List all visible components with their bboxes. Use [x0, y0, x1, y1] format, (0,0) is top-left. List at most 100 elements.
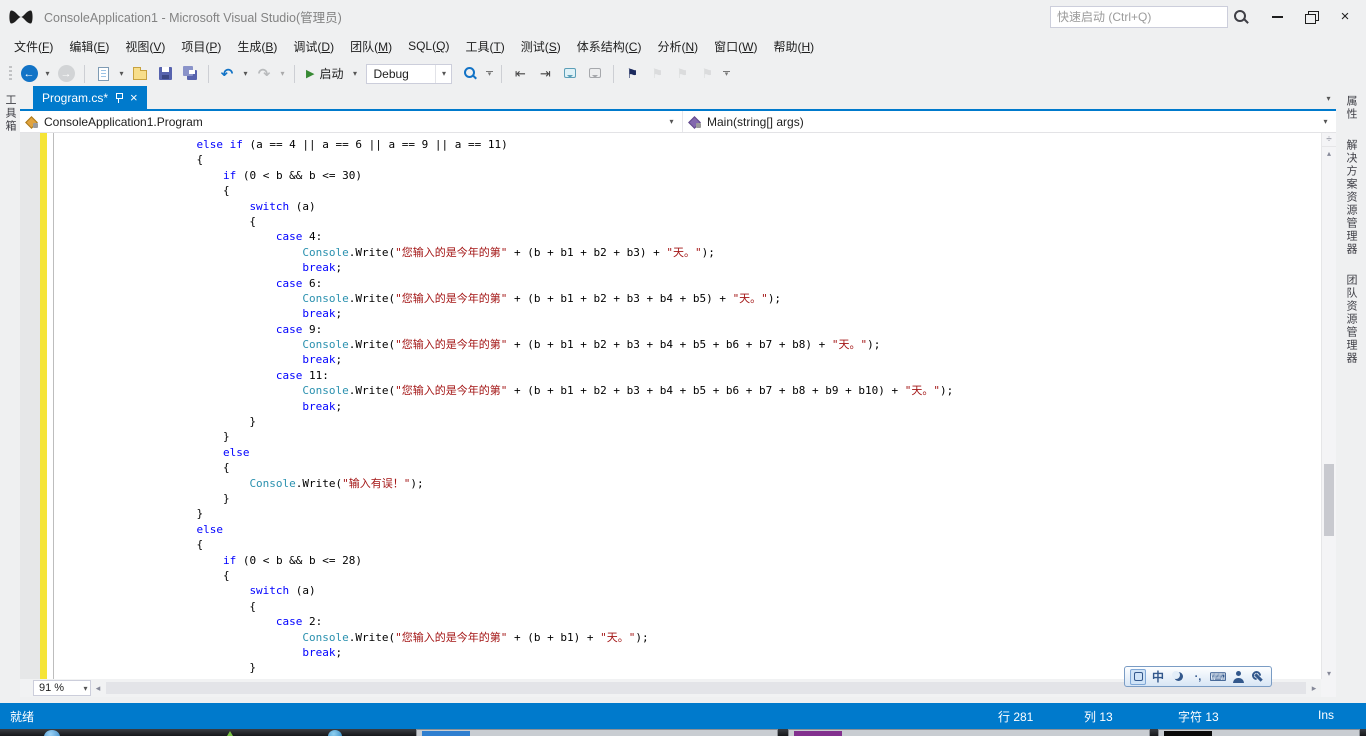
- open-file-button[interactable]: [129, 63, 151, 85]
- menu-item[interactable]: 工具(T): [457, 33, 512, 60]
- splitter-handle-icon[interactable]: [1322, 133, 1336, 147]
- sidebar-tab-solution-explorer[interactable]: 解决方案资源管理器: [1343, 139, 1359, 256]
- restore-button[interactable]: [1294, 4, 1328, 30]
- scroll-left-icon[interactable]: [91, 680, 105, 696]
- start-debug-button[interactable]: 启动: [302, 63, 347, 85]
- zoom-select[interactable]: 91 %: [33, 680, 91, 696]
- menu-item[interactable]: 测试(S): [513, 33, 569, 60]
- taskbar-button-fragment[interactable]: [416, 729, 778, 736]
- ime-logo-icon[interactable]: [1130, 668, 1146, 685]
- menu-item[interactable]: 调试(D): [285, 33, 342, 60]
- configuration-dropdown-icon: [439, 63, 448, 85]
- scroll-down-icon[interactable]: [1322, 667, 1336, 679]
- play-icon: [306, 67, 314, 80]
- status-character: 字符 13: [1178, 709, 1219, 724]
- quick-launch-input[interactable]: [1050, 5, 1228, 28]
- undo-dropdown-icon[interactable]: [241, 63, 250, 85]
- ime-language-mode[interactable]: 中: [1150, 669, 1166, 685]
- uncomment-button[interactable]: [584, 63, 606, 85]
- sidebar-tab-toolbox[interactable]: 工具箱: [0, 90, 20, 137]
- undo-button[interactable]: [216, 63, 238, 85]
- breakpoint-margin[interactable]: [20, 133, 40, 679]
- minimize-button[interactable]: [1260, 4, 1294, 30]
- start-dropdown-icon[interactable]: [350, 63, 359, 85]
- menu-item[interactable]: 窗口(W): [706, 33, 765, 60]
- ime-fullwidth-moon-icon[interactable]: [1170, 669, 1186, 685]
- toggle-bookmark-button[interactable]: [621, 63, 643, 85]
- navigate-forward-button[interactable]: [55, 63, 77, 85]
- editor-body: else if (a == 4 || a == 6 || a == 9 || a…: [20, 133, 1336, 679]
- member-dropdown[interactable]: Main(string[] args): [682, 111, 1336, 132]
- navigate-back-icon: [20, 65, 38, 82]
- menu-item[interactable]: 体系结构(C): [569, 33, 650, 60]
- code-line: Console.Write("您输入的是今年的第" + (b + b1 + b2…: [302, 291, 782, 305]
- toolbar-separator: [208, 64, 209, 83]
- save-all-icon: [182, 66, 197, 80]
- code-line: case 6:: [275, 276, 323, 290]
- decrease-indent-button[interactable]: [509, 63, 531, 85]
- class-dropdown[interactable]: ConsoleApplication1.Program: [20, 111, 682, 132]
- find-in-files-button[interactable]: [459, 63, 481, 85]
- close-button[interactable]: ×: [1328, 4, 1362, 30]
- tab-program-cs[interactable]: Program.cs*: [33, 86, 147, 109]
- ime-soft-keyboard-icon[interactable]: [1210, 669, 1226, 685]
- window-title: ConsoleApplication1 - Microsoft Visual S…: [44, 11, 342, 25]
- code-line: Console.Write("您输入的是今年的第" + (b + b1 + b2…: [302, 245, 715, 259]
- clear-bookmarks-button[interactable]: [696, 63, 718, 85]
- taskbar-button-fragment[interactable]: [1158, 729, 1360, 736]
- save-button[interactable]: [154, 63, 176, 85]
- new-file-button[interactable]: [92, 63, 114, 85]
- scroll-up-icon[interactable]: [1322, 147, 1336, 159]
- toolbar-overflow-icon[interactable]: [721, 63, 731, 85]
- menu-item[interactable]: 项目(P): [173, 33, 229, 60]
- title-bar: ConsoleApplication1 - Microsoft Visual S…: [0, 0, 1366, 33]
- menu-item[interactable]: 视图(V): [117, 33, 173, 60]
- sidebar-tab-team-explorer[interactable]: 团队资源管理器: [1343, 274, 1359, 365]
- navigate-back-dropdown-icon[interactable]: [43, 63, 52, 85]
- taskbar-icon-fragment[interactable]: [224, 731, 236, 736]
- taskbar-icon-fragment[interactable]: [44, 730, 60, 736]
- menu-item[interactable]: 文件(F): [6, 33, 61, 60]
- code-line: break;: [302, 353, 343, 367]
- menu-item[interactable]: 团队(M): [342, 33, 400, 60]
- taskbar-icon-fragment[interactable]: [328, 730, 342, 736]
- next-bookmark-button[interactable]: [671, 63, 693, 85]
- increase-indent-button[interactable]: [534, 63, 556, 85]
- code-line: switch (a): [249, 584, 316, 598]
- menu-item[interactable]: 分析(N): [649, 33, 706, 60]
- toolbar-overflow-icon[interactable]: [484, 63, 494, 85]
- increase-indent-icon: [540, 66, 551, 82]
- menu-item[interactable]: SQL(Q): [400, 34, 457, 58]
- main-toolbar: 启动 Debug: [0, 59, 1366, 88]
- ime-settings-icon[interactable]: [1250, 669, 1266, 685]
- save-all-button[interactable]: [179, 63, 201, 85]
- menu-item[interactable]: 帮助(H): [765, 33, 822, 60]
- configuration-select[interactable]: Debug: [366, 63, 453, 85]
- close-tab-icon[interactable]: [130, 91, 138, 104]
- code-area[interactable]: else if (a == 4 || a == 6 || a == 9 || a…: [54, 133, 1321, 679]
- navigate-back-button[interactable]: [18, 63, 40, 85]
- toolbar-grip[interactable]: [9, 65, 12, 82]
- ime-punctuation-icon[interactable]: [1190, 669, 1206, 685]
- tab-row: Program.cs*: [20, 86, 1336, 111]
- vertical-scrollbar[interactable]: [1321, 133, 1336, 679]
- ime-account-icon[interactable]: [1230, 669, 1246, 685]
- redo-button[interactable]: [253, 63, 275, 85]
- code-line: break;: [302, 399, 343, 413]
- previous-bookmark-button[interactable]: [646, 63, 668, 85]
- menu-item[interactable]: 编辑(E): [61, 33, 117, 60]
- redo-dropdown-icon[interactable]: [278, 63, 287, 85]
- comment-button[interactable]: [559, 63, 581, 85]
- zoom-value: 91 %: [39, 682, 65, 694]
- pin-icon[interactable]: [115, 92, 124, 104]
- vertical-scroll-thumb[interactable]: [1324, 463, 1334, 536]
- vertical-scroll-track[interactable]: [1322, 159, 1336, 667]
- toolbar-separator: [294, 64, 295, 83]
- scroll-right-icon[interactable]: [1307, 680, 1321, 696]
- taskbar-button-fragment[interactable]: [788, 729, 1150, 736]
- search-icon[interactable]: [1228, 6, 1254, 28]
- menu-item[interactable]: 生成(B): [229, 33, 285, 60]
- sidebar-tab-properties[interactable]: 属性: [1343, 95, 1359, 121]
- tab-list-dropdown-icon[interactable]: [1324, 88, 1333, 110]
- new-file-dropdown-icon[interactable]: [117, 63, 126, 85]
